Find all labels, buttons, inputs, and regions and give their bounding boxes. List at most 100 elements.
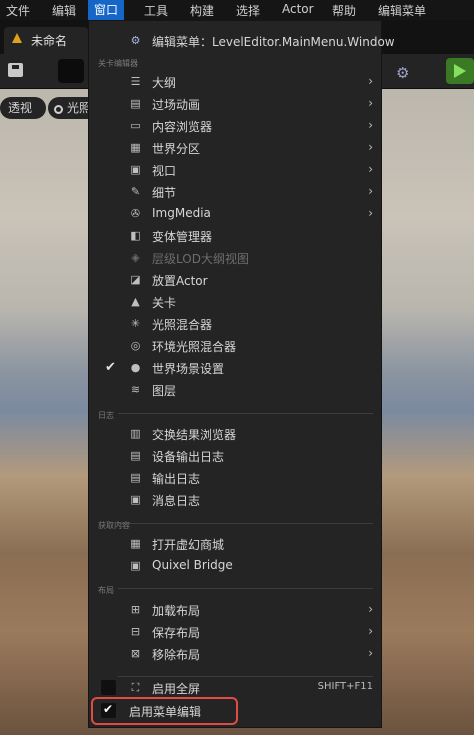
chevron-right-icon: › [368,74,373,88]
section-get-content: 获取内容 [98,521,130,530]
menu-item-label: 移除布局 [152,648,201,662]
light-icon: ✳ [130,317,141,330]
menu-help[interactable]: 帮助 [332,2,356,19]
menu-select[interactable]: 选择 [236,2,260,19]
menu-item-label: 设备输出日志 [152,450,225,464]
menu-item-label: Quixel Bridge [152,558,233,572]
section-layout: 布局 [98,586,114,595]
menu-actor[interactable]: Actor [282,2,314,16]
divider [118,413,373,414]
chevron-right-icon: › [368,646,373,660]
menu-item-label: 放置Actor [152,274,208,288]
menu-build[interactable]: 构建 [190,2,214,19]
menu-file[interactable]: 文件 [6,2,30,19]
highlight-annotation [91,697,238,725]
menu-item-remove-layout[interactable]: ⊠ 移除布局 › [89,643,381,665]
menu-item-label: 关卡 [152,296,177,310]
menu-item-imgmedia[interactable]: ✇ ImgMedia › [89,203,381,225]
menu-window[interactable]: 窗口 [88,0,125,20]
grid-icon: ▦ [130,141,141,154]
level-tab-label: 未命名 [31,34,68,48]
menu-item-save-layout[interactable]: ⊟ 保存布局 › [89,621,381,643]
menu-item-outline[interactable]: ☰ 大纲 › [89,71,381,93]
save-layout-icon: ⊟ [130,625,141,638]
menu-item-place-actors[interactable]: ◪ 放置Actor [89,269,381,291]
menu-item-quixel-bridge[interactable]: ▣ Quixel Bridge [89,555,381,577]
window-menu-dropdown: ⚙ 编辑菜单：LevelEditor.MainMenu.Window 关卡编辑器… [88,20,395,728]
menu-item-label: 加载布局 [152,604,201,618]
bridge-icon: ▣ [130,559,141,572]
menu-item-label: ImgMedia [152,206,211,220]
menu-item-label: 细节 [152,186,177,200]
menu-item-message-log[interactable]: ▣ 消息日志 [89,489,381,511]
menu-item-label: 启用全屏 [152,682,201,696]
menu-header-row[interactable]: ⚙ 编辑菜单：LevelEditor.MainMenu.Window [89,30,395,52]
divider [118,588,373,589]
lighting-icon [54,105,63,114]
menu-item-label: 图层 [152,384,177,398]
chevron-right-icon: › [368,206,373,220]
levels-icon: ▲ [131,295,140,308]
fullscreen-icon: ⛶ [131,681,140,694]
level-icon [12,33,22,43]
menu-item-levels[interactable]: ▲ 关卡 [89,291,381,313]
chevron-right-icon: › [368,96,373,110]
menu-item-label: 环境光照混合器 [152,340,237,354]
menu-item-world-settings[interactable]: ✔ ● 世界场景设置 [89,357,381,379]
main-menubar: 文件 编辑 窗口 工具 构建 选择 Actor 帮助 编辑菜单 [0,0,474,20]
menu-item-world-partition[interactable]: ▦ 世界分区 › [89,137,381,159]
menu-item-label: 交换结果浏览器 [152,428,237,442]
save-icon[interactable] [8,63,23,77]
chevron-right-icon: › [368,162,373,176]
chevron-right-icon: › [368,140,373,154]
play-button[interactable] [446,58,474,84]
menu-item-label: 打开虚幻商城 [152,538,225,552]
menu-item-layers[interactable]: ≋ 图层 [89,379,381,401]
menu-item-hlod-outliner: ◈ 层级LOD大纲视图 [89,247,381,269]
menu-item-label: 世界分区 [152,142,201,156]
menu-edit[interactable]: 编辑 [52,2,76,19]
perspective-label: 透视 [8,101,33,115]
menu-item-label: 消息日志 [152,494,201,508]
settings-gear-icon[interactable]: ⚙ [396,64,409,82]
menu-item-variant-manager[interactable]: ◧ 变体管理器 [89,225,381,247]
menu-tools[interactable]: 工具 [144,2,168,19]
variant-icon: ◧ [130,229,141,242]
gear-icon: ⚙ [130,34,141,47]
menu-item-content-browser[interactable]: ▭ 内容浏览器 › [89,115,381,137]
menu-item-details[interactable]: ✎ 细节 › [89,181,381,203]
menu-item-light-mixer[interactable]: ✳ 光照混合器 [89,313,381,335]
menu-item-label: 大纲 [152,76,177,90]
fullscreen-checkbox[interactable] [101,680,116,695]
mode-select-button[interactable] [58,59,84,83]
section-level-editor: 关卡编辑器 [98,59,138,68]
menu-item-label: 视口 [152,164,177,178]
load-layout-icon: ⊞ [130,603,141,616]
env-light-icon: ◎ [130,339,141,352]
hlod-icon: ◈ [131,251,140,264]
menu-item-label: 输出日志 [152,472,201,486]
menu-item-fullscreen[interactable]: ⛶ 启用全屏 SHIFT+F11 [89,677,381,699]
menu-edit-menu[interactable]: 编辑菜单 [378,2,426,19]
menu-item-label: 光照混合器 [152,318,213,332]
menu-item-env-light-mixer[interactable]: ◎ 环境光照混合器 [89,335,381,357]
fullscreen-shortcut: SHIFT+F11 [317,681,373,692]
menu-item-label: 世界场景设置 [152,362,225,376]
message-log-icon: ▣ [130,493,141,506]
outline-icon: ☰ [130,75,141,88]
menu-item-load-layout[interactable]: ⊞ 加载布局 › [89,599,381,621]
menu-item-output-log[interactable]: ▤ 输出日志 [89,467,381,489]
checkmark-icon: ✔ [105,360,116,375]
menu-item-device-output-log[interactable]: ▤ 设备输出日志 [89,445,381,467]
menu-item-interchange-browser[interactable]: ▥ 交换结果浏览器 [89,423,381,445]
chevron-right-icon: › [368,118,373,132]
folder-icon: ▭ [130,119,141,132]
menu-item-label: 层级LOD大纲视图 [152,252,249,266]
perspective-chip[interactable]: 透视 [0,97,46,119]
menu-item-open-marketplace[interactable]: ▦ 打开虚幻商城 [89,533,381,555]
menu-header-label: 编辑菜单：LevelEditor.MainMenu.Window [152,35,395,49]
menu-item-viewports[interactable]: ▣ 视口 › [89,159,381,181]
menu-item-label: 过场动画 [152,98,201,112]
menu-item-cinematics[interactable]: ▤ 过场动画 › [89,93,381,115]
interchange-icon: ▥ [130,427,141,440]
